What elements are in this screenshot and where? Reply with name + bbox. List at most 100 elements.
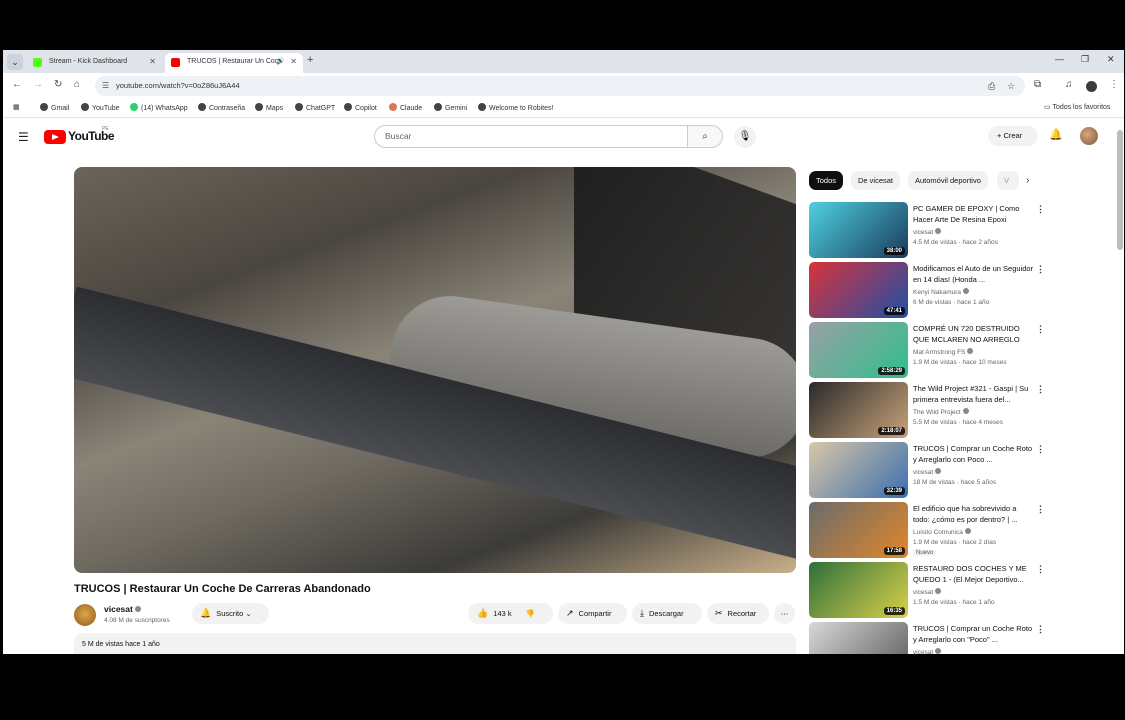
dislike-icon[interactable]: 👎 xyxy=(526,609,535,618)
close-icon[interactable]: ✕ xyxy=(149,53,156,71)
notifications-bell-icon[interactable]: 🔔 xyxy=(1049,128,1063,141)
profile-icon[interactable] xyxy=(1086,81,1097,92)
search-icon[interactable]: ⌕ xyxy=(687,125,723,148)
video-thumbnail[interactable]: 2:18:07 xyxy=(809,382,908,438)
menu-icon[interactable]: ⋮ xyxy=(1109,79,1119,90)
microphone-icon[interactable]: 🎙 xyxy=(734,126,756,148)
new-tab-icon[interactable]: + xyxy=(307,54,313,66)
chevron-right-icon[interactable]: › xyxy=(1026,175,1029,186)
download-button[interactable]: ⤓ Descargar xyxy=(632,603,702,624)
all-bookmarks-folder[interactable]: ▭ Todos los favoritos xyxy=(1044,103,1110,111)
recommendation-title[interactable]: TRUCOS | Comprar un Coche Roto y Arregla… xyxy=(913,623,1035,645)
more-options-icon[interactable]: ⋮ xyxy=(1036,504,1045,515)
home-icon[interactable]: ⌂ xyxy=(74,79,80,90)
video-thumbnail[interactable]: 2:58:29 xyxy=(809,322,908,378)
bookmark-chatgpt[interactable]: ChatGPT xyxy=(295,103,335,112)
more-actions-icon[interactable]: ⋯ xyxy=(774,603,795,624)
minimize-icon[interactable]: — xyxy=(1055,54,1064,64)
recommendation-title[interactable]: El edificio que ha sobrevivido a todo: ¿… xyxy=(913,503,1035,525)
hamburger-menu-icon[interactable]: ☰ xyxy=(18,130,29,144)
tab-search-icon[interactable]: ⌄ xyxy=(7,54,23,70)
install-icon[interactable]: ⎙ xyxy=(988,76,995,96)
video-player[interactable] xyxy=(74,167,796,573)
recommendation-channel[interactable]: Mat Armstrong FS xyxy=(913,348,974,356)
recommendation-item[interactable]: 17:58 El edificio que ha sobrevivido a to… xyxy=(809,502,1045,558)
recommendation-channel[interactable]: vicesat xyxy=(913,228,942,236)
user-avatar[interactable] xyxy=(1080,127,1098,145)
bookmark-copilot[interactable]: Copilot xyxy=(344,103,377,112)
video-thumbnail[interactable]: 17:58 xyxy=(809,502,908,558)
restore-icon[interactable]: ❐ xyxy=(1081,54,1089,65)
recommendation-channel[interactable]: Kenyi Nakamura xyxy=(913,288,970,296)
more-options-icon[interactable]: ⋮ xyxy=(1036,324,1045,335)
recommendation-channel[interactable]: vicesat xyxy=(913,588,942,596)
recommendation-channel[interactable]: vicesat xyxy=(913,648,942,654)
more-options-icon[interactable]: ⋮ xyxy=(1036,624,1045,635)
scrollbar[interactable] xyxy=(1117,130,1123,250)
tab-youtube-video[interactable]: TRUCOS | Restaurar Un Coc 🔊 ✕ xyxy=(165,53,303,73)
recommendation-channel[interactable]: Luisito Comunica xyxy=(913,528,971,536)
back-icon[interactable]: ← xyxy=(12,79,22,90)
search-input[interactable]: Buscar xyxy=(374,125,688,148)
bookmark-claude[interactable]: Claude xyxy=(389,103,422,112)
chip-v[interactable]: V xyxy=(997,171,1019,190)
more-options-icon[interactable]: ⋮ xyxy=(1036,204,1045,215)
recommendation-title[interactable]: The Wild Project #321 - Gaspi | Su prime… xyxy=(913,383,1035,405)
subscribed-button[interactable]: 🔔 Suscrito ⌄ xyxy=(192,603,269,624)
recommendation-channel[interactable]: The Wild Project xyxy=(913,408,969,416)
recommendation-item[interactable]: TRUCOS | Comprar un Coche Roto y Arregla… xyxy=(809,622,1045,654)
recommendation-item[interactable]: 16:35 RESTAURO DOS COCHES Y ME QUEDO 1 - … xyxy=(809,562,1045,618)
forward-icon[interactable]: → xyxy=(33,79,43,90)
recommendation-title[interactable]: PC GAMER DE EPOXY | Como Hacer Arte De R… xyxy=(913,203,1035,225)
recommendation-item[interactable]: 2:58:29 COMPRÉ UN 720 DESTRUIDO QUE MCLAR… xyxy=(809,322,1045,378)
bookmark-gemini[interactable]: Gemini xyxy=(434,103,467,112)
video-thumbnail[interactable]: 16:35 xyxy=(809,562,908,618)
channel-name[interactable]: vicesat xyxy=(104,604,141,614)
more-options-icon[interactable]: ⋮ xyxy=(1036,444,1045,455)
speaker-icon[interactable]: 🔊 xyxy=(276,53,285,71)
recommendation-title[interactable]: RESTAURO DOS COCHES Y ME QUEDO 1 - (El M… xyxy=(913,563,1035,585)
like-count[interactable]: 143 k xyxy=(493,609,511,618)
bookmark-star-icon[interactable]: ☆ xyxy=(1007,76,1015,96)
youtube-logo-icon[interactable] xyxy=(44,130,66,144)
more-options-icon[interactable]: ⋮ xyxy=(1036,564,1045,575)
tab-kick-dashboard[interactable]: Stream - Kick Dashboard ✕ xyxy=(27,53,162,73)
bookmark-robites[interactable]: Welcome to Robites! xyxy=(478,103,553,112)
bookmark-youtube[interactable]: YouTube xyxy=(81,103,120,112)
extensions-icon[interactable]: ⧉ xyxy=(1034,79,1041,90)
chip-de-vicesat[interactable]: De vicesat xyxy=(851,171,901,190)
close-window-icon[interactable]: ✕ xyxy=(1107,54,1115,65)
media-control-icon[interactable]: ♫ xyxy=(1065,79,1073,90)
close-icon[interactable]: ✕ xyxy=(290,53,297,71)
more-options-icon[interactable]: ⋮ xyxy=(1036,264,1045,275)
address-bar[interactable]: ☰ youtube.com/watch?v=0oZ86uJ6A44 ⎙ ☆ xyxy=(95,76,1025,96)
video-thumbnail[interactable]: 38:00 xyxy=(809,202,908,258)
apps-grid-icon[interactable]: ▦ xyxy=(13,103,20,111)
description-box[interactable]: 5 M de vistas hace 1 año xyxy=(74,633,796,654)
recommendation-title[interactable]: TRUCOS | Comprar un Coche Roto y Arregla… xyxy=(913,443,1035,465)
recommendation-channel[interactable]: vicesat xyxy=(913,468,942,476)
create-button[interactable]: + Crear xyxy=(988,126,1038,146)
reload-icon[interactable]: ↻ xyxy=(54,79,62,90)
recommendation-item[interactable]: 2:18:07 The Wild Project #321 - Gaspi | S… xyxy=(809,382,1045,438)
like-icon[interactable]: 👍 xyxy=(477,603,488,624)
recommendation-item[interactable]: 32:39 TRUCOS | Comprar un Coche Roto y Ar… xyxy=(809,442,1045,498)
channel-avatar[interactable] xyxy=(74,604,96,626)
recommendation-title[interactable]: COMPRÉ UN 720 DESTRUIDO QUE MCLAREN NO A… xyxy=(913,323,1035,345)
video-thumbnail[interactable]: 47:41 xyxy=(809,262,908,318)
video-thumbnail[interactable] xyxy=(809,622,908,654)
site-info-icon[interactable]: ☰ xyxy=(102,76,109,96)
recommendation-item[interactable]: 38:00 PC GAMER DE EPOXY | Como Hacer Arte… xyxy=(809,202,1045,258)
chip-automovil-deportivo[interactable]: Automóvil deportivo xyxy=(908,171,988,190)
bookmark-contrasena[interactable]: Contraseña xyxy=(198,103,245,112)
bookmark-gmail[interactable]: Gmail xyxy=(40,103,69,112)
bookmark-maps[interactable]: Maps xyxy=(255,103,283,112)
more-options-icon[interactable]: ⋮ xyxy=(1036,384,1045,395)
share-button[interactable]: ↗ Compartir xyxy=(558,603,627,624)
bookmark-whatsapp[interactable]: (14) WhatsApp xyxy=(130,103,188,112)
recommendation-item[interactable]: 47:41 Modificamos el Auto de un Seguidor … xyxy=(809,262,1045,318)
recommendation-title[interactable]: Modificamos el Auto de un Seguidor en 14… xyxy=(913,263,1035,285)
clip-button[interactable]: ✂ Recortar xyxy=(707,603,769,624)
video-thumbnail[interactable]: 32:39 xyxy=(809,442,908,498)
chip-todos[interactable]: Todos xyxy=(809,171,844,190)
